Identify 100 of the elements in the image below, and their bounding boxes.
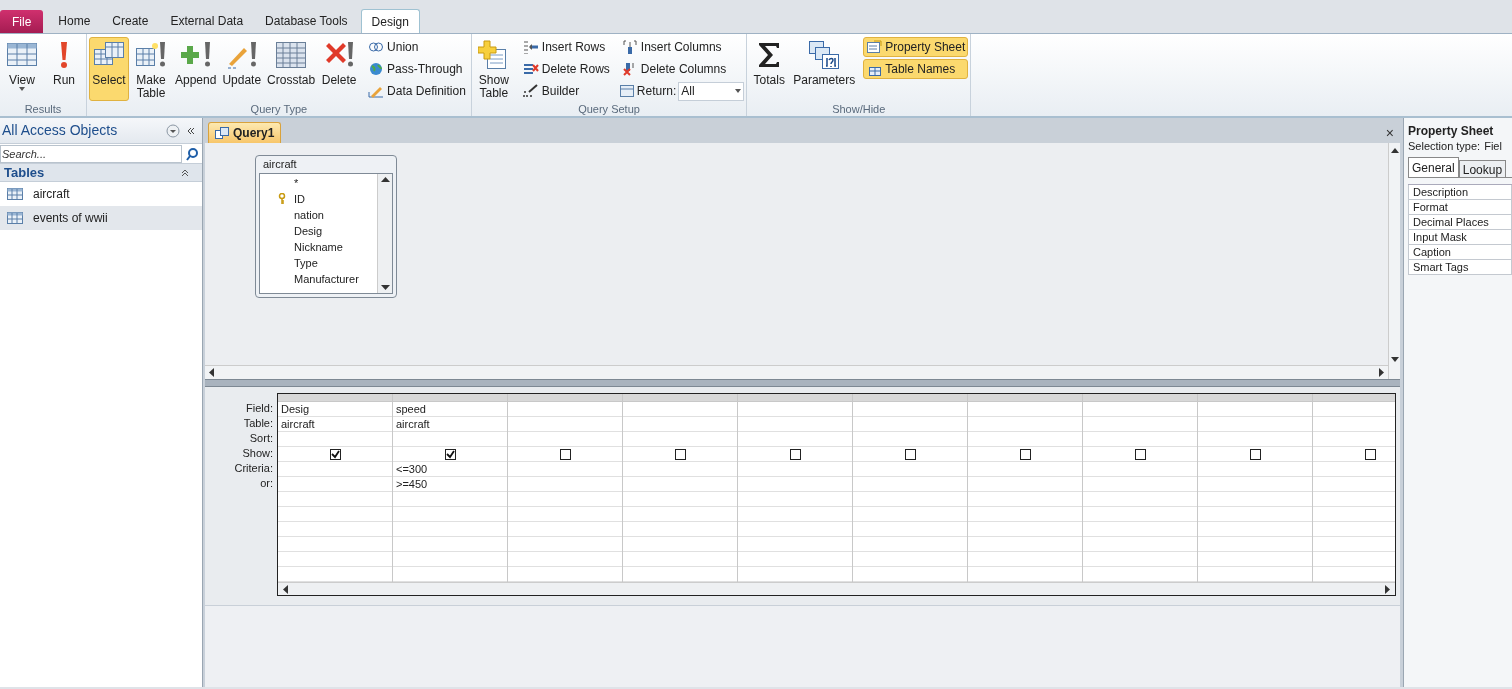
- property-row[interactable]: Description: [1408, 185, 1512, 200]
- return-label: Return:: [636, 83, 677, 100]
- parameters-icon: [808, 40, 841, 72]
- ribbon-button[interactable]: Insert Columns: [618, 37, 745, 57]
- show-checkbox[interactable]: [1134, 448, 1146, 460]
- table-cell[interactable]: aircraft: [396, 417, 430, 431]
- criteria-cell[interactable]: <=300: [396, 462, 428, 476]
- property-row[interactable]: Input Mask: [1408, 230, 1512, 245]
- property-row[interactable]: Format: [1408, 200, 1512, 215]
- field-name[interactable]: Nickname: [294, 241, 343, 253]
- return-dropdown[interactable]: All: [678, 81, 745, 101]
- ribbon-button[interactable]: Run: [44, 37, 84, 101]
- delete-rows-icon: [522, 62, 539, 76]
- document-tab[interactable]: Query1: [208, 122, 282, 143]
- row-label: Criteria:: [234, 461, 273, 476]
- group-label: Query Setup: [578, 102, 640, 116]
- ribbon-button[interactable]: Totals: [749, 37, 790, 101]
- nav-item[interactable]: events of wwii: [0, 206, 202, 230]
- search-icon[interactable]: [185, 146, 199, 161]
- show-checkbox[interactable]: [1364, 448, 1376, 460]
- ribbon-button[interactable]: Property Sheet: [863, 37, 969, 57]
- field-list-title: aircraft: [262, 157, 298, 172]
- ribbon-button[interactable]: Pass-Through: [365, 59, 469, 79]
- ribbon-button[interactable]: Delete Columns: [618, 59, 745, 79]
- field-name[interactable]: Manufacturer: [294, 273, 359, 285]
- scroll-up-icon[interactable]: [380, 176, 390, 182]
- vertical-scrollbar[interactable]: [377, 174, 392, 293]
- ribbon-button[interactable]: Data Definition: [365, 81, 469, 101]
- ribbon-button[interactable]: Table Names: [863, 59, 969, 79]
- show-checkbox[interactable]: [329, 448, 341, 460]
- ribbon-button[interactable]: Builder: [519, 81, 613, 101]
- ribbon-button[interactable]: Make Table: [131, 37, 171, 101]
- row-label: or:: [260, 476, 273, 491]
- show-checkbox[interactable]: [559, 448, 571, 460]
- field-name[interactable]: Desig: [294, 225, 323, 237]
- row-label: Table:: [243, 416, 273, 431]
- pencil-ruler-icon: [368, 84, 385, 98]
- ribbon-button[interactable]: Select: [89, 37, 129, 101]
- ribbon-button[interactable]: View: [2, 37, 42, 101]
- property-row[interactable]: Decimal Places: [1408, 215, 1512, 230]
- scroll-right-icon[interactable]: [1379, 368, 1385, 377]
- vertical-scrollbar[interactable]: [1388, 143, 1400, 379]
- ribbon-button[interactable]: Append: [173, 37, 219, 101]
- show-checkbox[interactable]: [904, 448, 916, 460]
- ribbon-tab[interactable]: External Data: [160, 9, 254, 33]
- collapse-chevron-icon[interactable]: [186, 125, 196, 136]
- ribbon-button[interactable]: Update: [220, 37, 264, 101]
- scroll-left-icon[interactable]: [282, 584, 288, 594]
- table-icon: [7, 188, 23, 200]
- property-row[interactable]: Smart Tags: [1408, 260, 1512, 275]
- group-header: Tables: [4, 163, 46, 182]
- field-name[interactable]: Type: [294, 257, 318, 269]
- scroll-down-icon[interactable]: [1390, 357, 1399, 363]
- ribbon-tab[interactable]: Create: [102, 9, 159, 33]
- ribbon-button[interactable]: Insert Rows: [519, 37, 613, 57]
- criteria-cell[interactable]: >=450: [396, 477, 428, 491]
- ribbon-tab[interactable]: Database Tools: [255, 9, 358, 33]
- horizontal-scrollbar[interactable]: [205, 365, 1388, 379]
- dropdown-circle-icon[interactable]: [166, 123, 180, 138]
- field-name[interactable]: nation: [294, 209, 324, 221]
- field-name[interactable]: *: [294, 177, 299, 189]
- show-checkbox[interactable]: [674, 448, 686, 460]
- ribbon-button[interactable]: Show Table: [473, 37, 514, 101]
- panel-title: Property Sheet: [1408, 123, 1495, 138]
- scroll-right-icon[interactable]: [1385, 584, 1391, 594]
- ribbon-button[interactable]: Union: [365, 37, 469, 57]
- rings-icon: [368, 40, 385, 54]
- field-cell[interactable]: speed: [396, 402, 426, 416]
- property-row[interactable]: Caption: [1408, 245, 1512, 260]
- ribbon-button[interactable]: Crosstab: [265, 37, 318, 101]
- ribbon-tab[interactable]: Home: [48, 9, 101, 33]
- ribbon-button[interactable]: Parameters: [791, 37, 858, 101]
- property-tab[interactable]: Lookup: [1458, 160, 1507, 177]
- table-cell[interactable]: aircraft: [281, 417, 315, 431]
- property-sheet-icon: [866, 40, 883, 54]
- ribbon-button[interactable]: Delete: [319, 37, 360, 101]
- field-name[interactable]: ID: [294, 193, 305, 205]
- property-tab[interactable]: General: [1408, 157, 1459, 177]
- scroll-left-icon[interactable]: [208, 368, 214, 377]
- row-label: Field:: [246, 401, 273, 416]
- ribbon-button[interactable]: Delete Rows: [519, 59, 613, 79]
- scroll-up-icon[interactable]: [1390, 147, 1399, 153]
- ribbon-tab[interactable]: Design: [360, 9, 420, 33]
- horizontal-scrollbar[interactable]: [278, 582, 1395, 595]
- field-list-window[interactable]: aircraft * ID nation Desig Nickname Type Manufacturer: [255, 155, 397, 298]
- row-label: Sort:: [249, 431, 273, 446]
- insert-columns-icon: [621, 40, 638, 54]
- collapse-chevron-icon[interactable]: [180, 167, 190, 178]
- file-tab[interactable]: File: [0, 10, 44, 33]
- group-label: Query Type: [250, 102, 308, 116]
- insert-rows-icon: [522, 40, 539, 54]
- show-checkbox[interactable]: [444, 448, 456, 460]
- field-cell[interactable]: Desig: [281, 402, 310, 416]
- scroll-down-icon[interactable]: [380, 285, 390, 291]
- show-checkbox[interactable]: [1019, 448, 1031, 460]
- caret-icon: [735, 89, 742, 93]
- show-checkbox[interactable]: [789, 448, 801, 460]
- show-checkbox[interactable]: [1249, 448, 1261, 460]
- search-field[interactable]: Search...: [0, 144, 182, 163]
- close-button[interactable]: ×: [1385, 123, 1394, 143]
